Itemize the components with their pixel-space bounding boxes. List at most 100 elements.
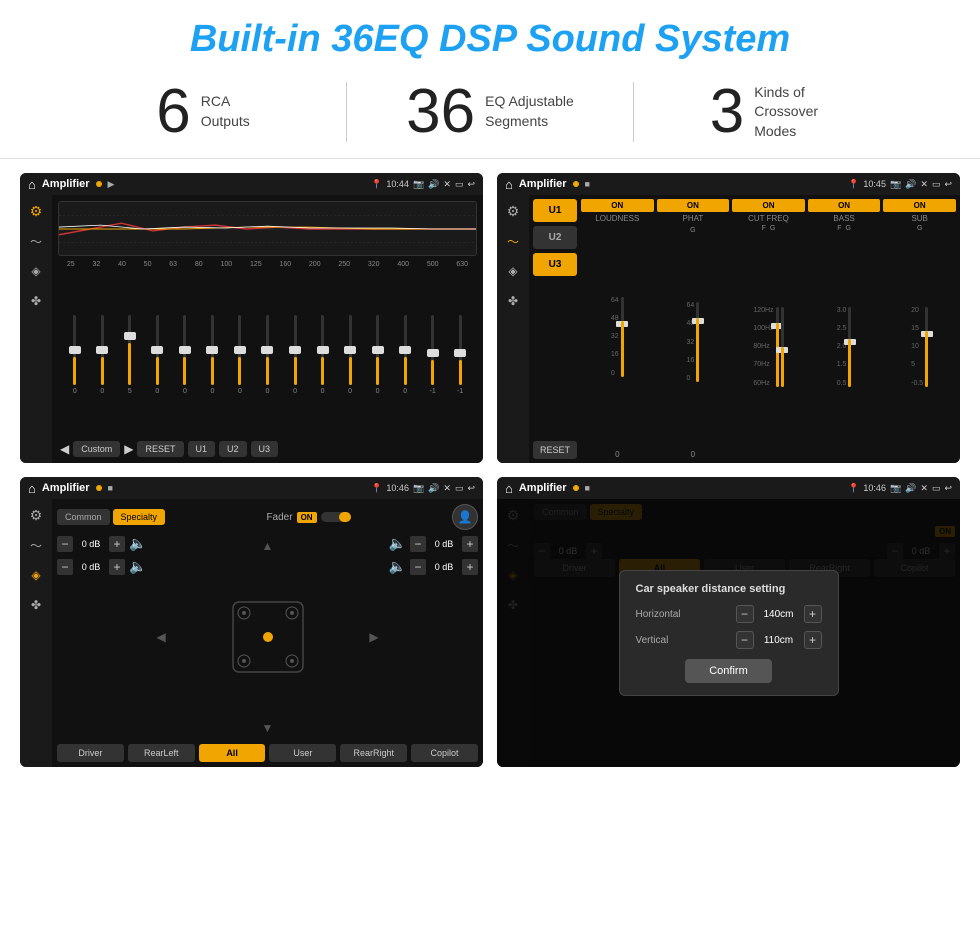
eq-slider-1[interactable]: 0: [90, 315, 116, 395]
home-icon-dlg[interactable]: ⌂: [505, 481, 513, 496]
sidebar-speaker-icon[interactable]: ◈: [26, 261, 46, 281]
slider-fill-0: [73, 357, 76, 385]
eq-slider-10[interactable]: 0: [337, 315, 363, 395]
zone-rearleft[interactable]: RearLeft: [128, 744, 195, 762]
sidebar-wave-icon[interactable]: 〜: [26, 231, 46, 251]
reset-xo-btn[interactable]: RESET: [533, 441, 577, 459]
eq-slider-0[interactable]: 0: [62, 315, 88, 395]
joystick-up[interactable]: ▲: [262, 539, 274, 553]
ch-bass-on[interactable]: ON: [808, 199, 881, 212]
joystick-left[interactable]: ◀: [156, 630, 165, 644]
fader-slider-small[interactable]: [321, 512, 351, 522]
freq-630: 630: [456, 261, 468, 268]
eq-slider-4[interactable]: 0: [172, 315, 198, 395]
ch-sub-track[interactable]: [925, 307, 928, 387]
eq-slider-6[interactable]: 0: [227, 315, 253, 395]
fader-main: − 0 dB + 🔈 − 0 dB + 🔈: [57, 535, 478, 739]
vol-plus-bl[interactable]: +: [109, 559, 125, 575]
sidebar-xo-cross[interactable]: ✤: [503, 291, 523, 311]
vol-plus-tr[interactable]: +: [462, 536, 478, 552]
u1-xo-btn[interactable]: U1: [533, 199, 577, 222]
zone-copilot[interactable]: Copilot: [411, 744, 478, 762]
home-icon-fader[interactable]: ⌂: [28, 481, 36, 496]
vertical-minus[interactable]: −: [736, 631, 754, 649]
back-icon-xo[interactable]: ↩: [944, 179, 952, 190]
sidebar-xo-eq-icon[interactable]: ⚙: [503, 201, 523, 221]
sidebar-fader-spk[interactable]: ◈: [26, 565, 46, 585]
tab-specialty[interactable]: Specialty: [113, 509, 166, 525]
u2-btn[interactable]: U2: [219, 441, 247, 457]
play-icon-eq: ▶: [108, 179, 115, 190]
home-icon-eq[interactable]: ⌂: [28, 177, 36, 192]
vertical-plus[interactable]: +: [804, 631, 822, 649]
ch-phat-track[interactable]: [696, 302, 699, 382]
confirm-button[interactable]: Confirm: [685, 659, 772, 683]
eq-slider-8[interactable]: 0: [282, 315, 308, 395]
eq-slider-3[interactable]: 0: [145, 315, 171, 395]
avatar-btn[interactable]: 👤: [452, 504, 478, 530]
horizontal-plus[interactable]: +: [804, 605, 822, 623]
vol-row-tl: − 0 dB + 🔈: [57, 535, 146, 552]
u3-btn[interactable]: U3: [251, 441, 279, 457]
sidebar-fader-eq-icon[interactable]: ⚙: [26, 505, 46, 525]
status-icon-fader: ■: [108, 483, 113, 493]
eq-bottom-bar: ◀ Custom ▶ RESET U1 U2 U3: [58, 441, 477, 457]
next-btn[interactable]: ▶: [124, 442, 133, 456]
eq-slider-5[interactable]: 0: [200, 315, 226, 395]
horizontal-minus[interactable]: −: [736, 605, 754, 623]
prev-btn[interactable]: ◀: [60, 442, 69, 456]
custom-btn[interactable]: Custom: [73, 441, 120, 457]
fader-left-controls: − 0 dB + 🔈 − 0 dB + 🔈: [57, 535, 146, 739]
u1-btn[interactable]: U1: [188, 441, 216, 457]
zone-driver[interactable]: Driver: [57, 744, 124, 762]
status-bar-xo: ⌂ Amplifier ■ 📍 10:45 📷 🔊 ✕ ▭ ↩: [497, 173, 960, 195]
eq-slider-12[interactable]: 0: [392, 315, 418, 395]
ch-cutfreq-track-g[interactable]: [781, 307, 784, 387]
sidebar-fader-cross[interactable]: ✤: [26, 595, 46, 615]
joystick-down[interactable]: ▼: [262, 721, 274, 735]
sidebar-eq-icon[interactable]: ⚙: [26, 201, 46, 221]
eq-slider-14[interactable]: -1: [447, 315, 473, 395]
status-bar-left-dlg: ⌂ Amplifier ■: [505, 481, 590, 496]
vol-minus-br[interactable]: −: [410, 559, 426, 575]
ch-bass-track[interactable]: [848, 307, 851, 387]
u2-xo-btn[interactable]: U2: [533, 226, 577, 249]
vol-plus-br[interactable]: +: [462, 559, 478, 575]
tab-common[interactable]: Common: [57, 509, 110, 525]
sidebar-xo-spk[interactable]: ◈: [503, 261, 523, 281]
home-icon-xo[interactable]: ⌂: [505, 177, 513, 192]
freq-40: 40: [118, 261, 126, 268]
vol-icon-eq: 🔊: [428, 179, 439, 190]
back-icon-dlg[interactable]: ↩: [944, 483, 952, 494]
vol-val-tl: 0 dB: [77, 539, 105, 549]
reset-btn[interactable]: RESET: [137, 441, 183, 457]
window-icon-fader: ▭: [455, 483, 464, 494]
sidebar-xo-wave[interactable]: 〜: [503, 231, 523, 251]
zone-all[interactable]: All: [199, 744, 266, 762]
vol-minus-bl[interactable]: −: [57, 559, 73, 575]
eq-slider-13[interactable]: -1: [420, 315, 446, 395]
eq-slider-7[interactable]: 0: [255, 315, 281, 395]
ch-phat-on[interactable]: ON: [657, 199, 730, 212]
vol-plus-tl[interactable]: +: [109, 536, 125, 552]
back-icon-fader[interactable]: ↩: [467, 483, 475, 494]
freq-200: 200: [309, 261, 321, 268]
sidebar-fader-wave[interactable]: 〜: [26, 535, 46, 555]
ch-loudness-track[interactable]: [621, 297, 624, 377]
zone-user[interactable]: User: [269, 744, 336, 762]
ch-sub-on[interactable]: ON: [883, 199, 956, 212]
eq-slider-2[interactable]: 5: [117, 315, 143, 395]
ch-loudness-on[interactable]: ON: [581, 199, 654, 212]
zone-rearright[interactable]: RearRight: [340, 744, 407, 762]
ch-cutfreq-on[interactable]: ON: [732, 199, 805, 212]
vol-minus-tr[interactable]: −: [410, 536, 426, 552]
speaker-bl: 🔈: [129, 558, 146, 575]
eq-slider-9[interactable]: 0: [310, 315, 336, 395]
u3-xo-btn[interactable]: U3: [533, 253, 577, 276]
eq-slider-11[interactable]: 0: [365, 315, 391, 395]
vol-minus-tl[interactable]: −: [57, 536, 73, 552]
sidebar-cross-icon[interactable]: ✤: [26, 291, 46, 311]
dialog-horizontal-label: Horizontal: [636, 609, 681, 620]
back-icon-eq[interactable]: ↩: [467, 179, 475, 190]
joystick-right[interactable]: ▶: [369, 630, 378, 644]
